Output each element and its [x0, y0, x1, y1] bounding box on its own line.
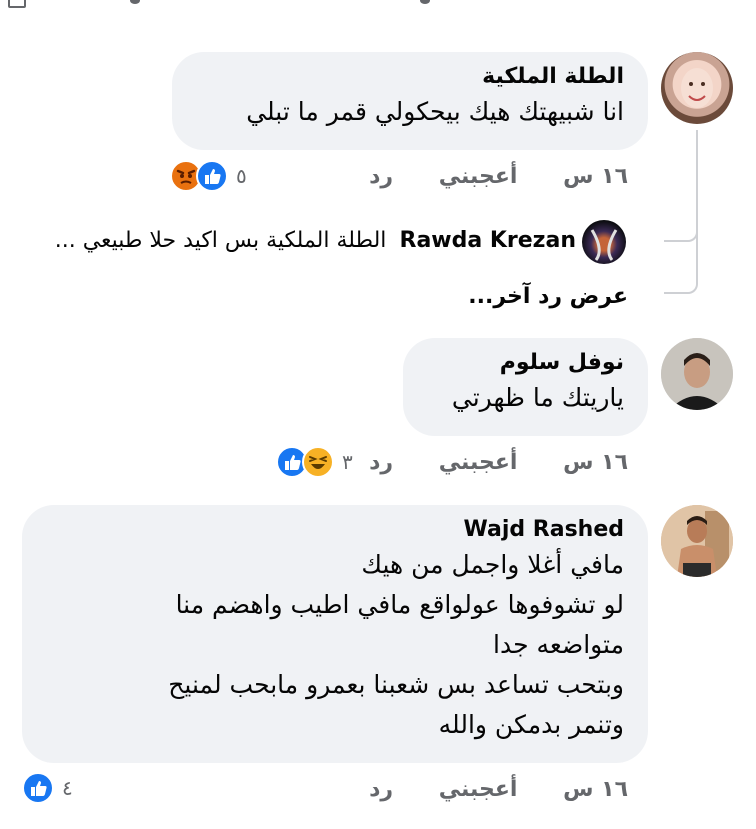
reply-avatar[interactable] [582, 220, 626, 264]
comment-actions: ١٦ س أعجبني رد [208, 777, 628, 802]
reactions-summary[interactable]: ٤ [22, 772, 73, 804]
comment-time[interactable]: ١٦ س [563, 450, 628, 475]
reactions-summary[interactable]: ٣ [276, 446, 353, 478]
comment-bubble: الطلة الملكية انا شبيهتك هيك بيحكولي قمر… [172, 52, 648, 150]
reply-text: الطلة الملكية بس اكيد حلا طبيعي ... [54, 228, 387, 253]
comment-text-line: متواضعه جدا [493, 630, 624, 659]
haha-icon [302, 446, 334, 478]
comment-author[interactable]: نوفل سلوم [423, 348, 624, 378]
comment-time[interactable]: ١٦ س [563, 164, 628, 189]
thread-branch-2 [664, 250, 698, 294]
thread-branch-1 [664, 200, 698, 242]
reply-action[interactable]: رد [369, 164, 393, 189]
avatar[interactable] [661, 505, 733, 577]
comment-text-line: وتنمر بدمكن والله [438, 710, 624, 739]
comment-time[interactable]: ١٦ س [563, 777, 628, 802]
avatar[interactable] [661, 52, 733, 124]
reply-avatar-icon [590, 229, 618, 261]
like-action[interactable]: أعجبني [439, 450, 518, 475]
avatar-face-icon [681, 68, 713, 108]
like-action[interactable]: أعجبني [439, 164, 518, 189]
reaction-count: ٤ [62, 776, 73, 800]
comment-text-line: مافي أغلا واجمل من هيك [361, 550, 624, 579]
comment-text: انا شبيهتك هيك بيحكولي قمر ما تبلي [246, 97, 624, 126]
comment-author[interactable]: الطلة الملكية [192, 62, 624, 92]
comment-bubble: نوفل سلوم ياريتك ما ظهرتي [403, 338, 648, 436]
view-more-replies-link[interactable]: عرض رد آخر... [468, 284, 628, 309]
reactions-summary[interactable]: ٥ [170, 160, 247, 192]
comment-bubble: Wajd Rashed مافي أغلا واجمل من هيك لو تش… [22, 505, 648, 763]
reply-action[interactable]: رد [369, 777, 393, 802]
comment-actions: ١٦ س أعجبني رد [208, 164, 628, 189]
clipped-top-fragment [0, 0, 756, 8]
comment-text-line: وبتحب تساعد بس شعبنا بعمرو مابحب لمنيح [168, 670, 624, 699]
comment-text-line: لو تشوفوها عولواقع مافي اطيب واهضم منا [175, 590, 624, 619]
reply-action[interactable]: رد [369, 450, 393, 475]
like-icon [196, 160, 228, 192]
comment-actions: ١٦ س أعجبني رد [208, 450, 628, 475]
reaction-count: ٣ [342, 450, 353, 474]
avatar[interactable] [661, 338, 733, 410]
reply-preview[interactable]: Rawda Krezan الطلة الملكية بس اكيد حلا ط… [55, 228, 576, 253]
comment-author[interactable]: Wajd Rashed [42, 515, 625, 545]
like-icon [22, 772, 54, 804]
avatar-person-icon [661, 338, 733, 410]
reply-author[interactable]: Rawda Krezan [400, 228, 577, 253]
like-action[interactable]: أعجبني [439, 777, 518, 802]
reaction-count: ٥ [236, 164, 247, 188]
avatar-person-icon [661, 505, 733, 577]
comment-text: ياريتك ما ظهرتي [451, 383, 624, 412]
